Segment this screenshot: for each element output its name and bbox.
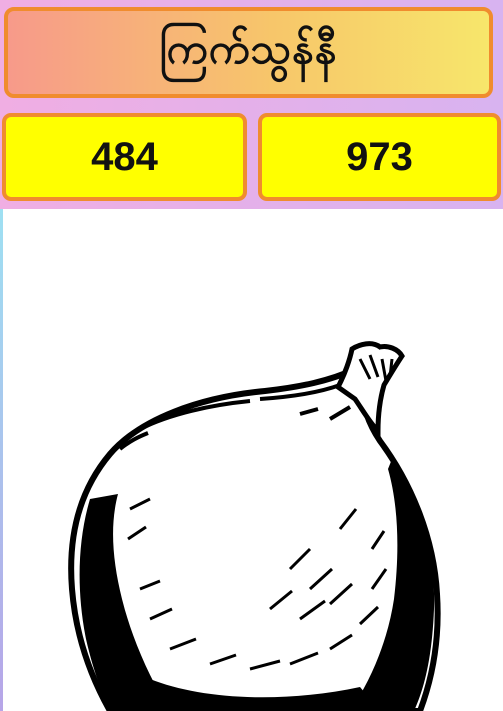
score-right-value: 973 xyxy=(346,134,413,179)
score-row: 484 973 xyxy=(2,113,501,203)
onion-illustration xyxy=(68,341,441,711)
word-title-bar: ကြက်သွန်နီ xyxy=(4,7,493,98)
picture-card[interactable] xyxy=(0,209,503,711)
left-edge-accent xyxy=(0,209,3,711)
score-box-right: 973 xyxy=(258,113,501,201)
score-box-left: 484 xyxy=(2,113,247,201)
score-left-value: 484 xyxy=(91,134,158,179)
quiz-screen: ကြက်သွန်နီ 484 973 xyxy=(0,0,503,711)
word-title: ကြက်သွန်နီ xyxy=(159,23,338,73)
